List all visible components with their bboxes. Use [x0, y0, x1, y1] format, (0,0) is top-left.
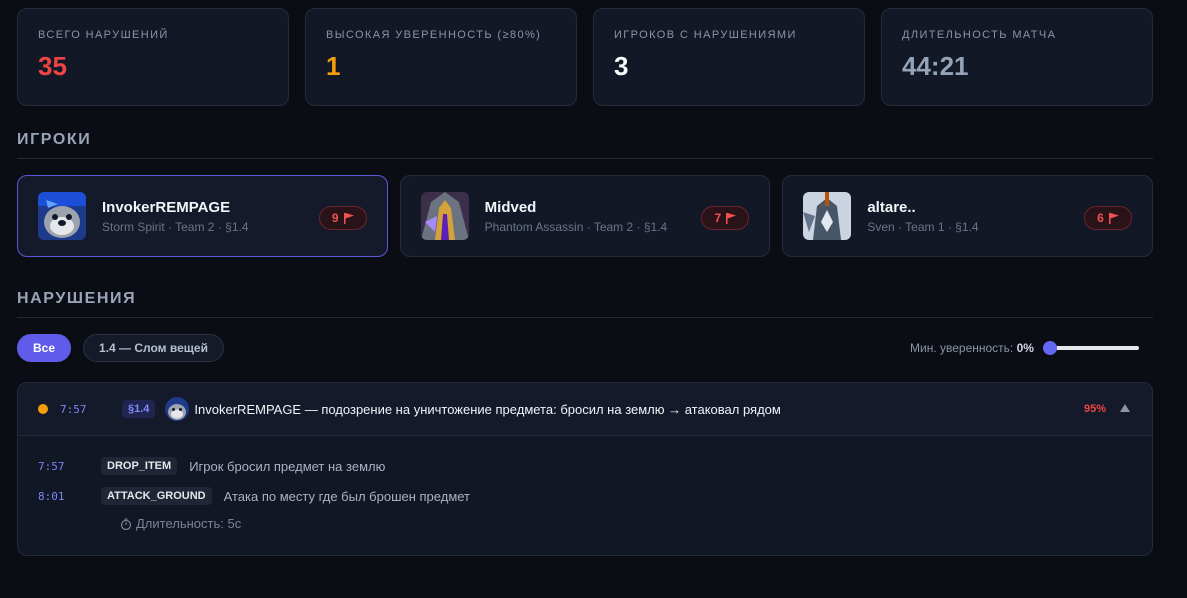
player-name: Midved [484, 198, 537, 216]
violation-count-badge: 9 [318, 206, 367, 230]
status-dot [38, 404, 48, 414]
timer-icon [120, 518, 132, 530]
violation-count: 6 [1097, 211, 1104, 225]
stat-value: 1 [326, 51, 341, 81]
stats-row: ВСЕГО НАРУШЕНИЙ 35 ВЫСОКАЯ УВЕРЕННОСТЬ (… [17, 8, 1153, 106]
stat-card-total: ВСЕГО НАРУШЕНИЙ 35 [17, 8, 289, 106]
player-card-midved[interactable]: Midved Phantom Assassin · Team 2 · §1.4 … [399, 175, 771, 257]
chevron-up-icon[interactable] [1120, 403, 1130, 413]
stat-label: ВСЕГО НАРУШЕНИЙ [38, 29, 169, 41]
violations-section-title: НАРУШЕНИЯ [17, 290, 1153, 318]
section-badge: §1.4 [122, 400, 156, 418]
confidence-slider[interactable] [1042, 341, 1139, 355]
player-name: altare.. [867, 198, 916, 216]
duration-row: Длительность: 5с [120, 516, 1152, 531]
violation-count-badge: 6 [1084, 206, 1133, 230]
event-desc: Игрок бросил предмет на землю [189, 458, 386, 474]
filter-chips: Все 1.4 — Слом вещей [17, 334, 224, 362]
event-row: 7:57 DROP_ITEM Игрок бросил предмет на з… [38, 456, 1152, 476]
stat-label: ВЫСОКАЯ УВЕРЕННОСТЬ (≥80%) [326, 29, 542, 41]
event-type: ATTACK_GROUND [101, 487, 212, 505]
storm-spirit-portrait-icon [38, 192, 86, 240]
flag-icon [343, 212, 354, 224]
flag-icon [1108, 212, 1119, 224]
players-list: InvokerREMPAGE Storm Spirit · Team 2 · §… [17, 175, 1154, 257]
stat-label: ИГРОКОВ С НАРУШЕНИЯМИ [614, 29, 797, 41]
stat-value: 44:21 [902, 51, 969, 81]
stat-card-high-confidence: ВЫСОКАЯ УВЕРЕННОСТЬ (≥80%) 1 [305, 8, 577, 106]
confidence-value: 0% [1016, 341, 1034, 355]
duration-text: Длительность: 5с [136, 516, 242, 531]
filter-all-chip[interactable]: Все [17, 334, 72, 362]
player-name: InvokerREMPAGE [102, 198, 231, 216]
player-meta: Storm Spirit · Team 2 · §1.4 [102, 219, 249, 234]
phantom-assassin-portrait-icon [420, 192, 469, 240]
player-meta: Sven · Team 1 · §1.4 [867, 219, 979, 234]
stat-card-players: ИГРОКОВ С НАРУШЕНИЯМИ 3 [593, 8, 865, 106]
violation-card: 7:57 §1.4 InvokerREMPAGE — подозрение на… [17, 382, 1153, 556]
slider-thumb[interactable] [1042, 341, 1057, 355]
event-desc: Атака по месту где был брошен предмет [223, 488, 471, 504]
violation-count-badge: 7 [701, 206, 750, 230]
storm-spirit-portrait-icon [165, 397, 190, 421]
violation-details: 7:57 DROP_ITEM Игрок бросил предмет на з… [18, 436, 1152, 531]
player-card-altare[interactable]: altare.. Sven · Team 1 · §1.4 6 [782, 175, 1154, 257]
filter-rule-chip[interactable]: 1.4 — Слом вещей [83, 334, 224, 362]
players-section-title: ИГРОКИ [17, 131, 1153, 159]
stat-card-duration: ДЛИТЕЛЬНОСТЬ МАТЧА 44:21 [881, 8, 1153, 106]
player-meta: Phantom Assassin · Team 2 · §1.4 [484, 219, 668, 234]
confidence-label: Мин. уверенность: 0% [910, 341, 1034, 355]
violation-time: 7:57 [60, 402, 87, 416]
flag-icon [726, 212, 737, 224]
player-card-invoker[interactable]: InvokerREMPAGE Storm Spirit · Team 2 · §… [17, 175, 388, 257]
violation-confidence: 95% [1083, 403, 1106, 415]
sven-portrait-icon [803, 192, 852, 240]
stat-value: 3 [614, 51, 629, 81]
slider-track [1042, 346, 1139, 350]
event-row: 8:01 ATTACK_GROUND Атака по месту где бы… [38, 486, 1152, 506]
violation-summary: InvokerREMPAGE — подозрение на уничтожен… [194, 401, 781, 417]
violation-header[interactable]: 7:57 §1.4 InvokerREMPAGE — подозрение на… [18, 383, 1152, 436]
event-time: 8:01 [38, 489, 65, 503]
stat-value: 35 [38, 51, 67, 81]
violation-count: 9 [331, 211, 339, 225]
stat-label: ДЛИТЕЛЬНОСТЬ МАТЧА [902, 29, 1057, 41]
confidence-filter: Мин. уверенность: 0% [910, 341, 1139, 355]
event-type: DROP_ITEM [101, 457, 178, 475]
violation-count: 7 [714, 211, 722, 225]
event-time: 7:57 [38, 459, 65, 473]
